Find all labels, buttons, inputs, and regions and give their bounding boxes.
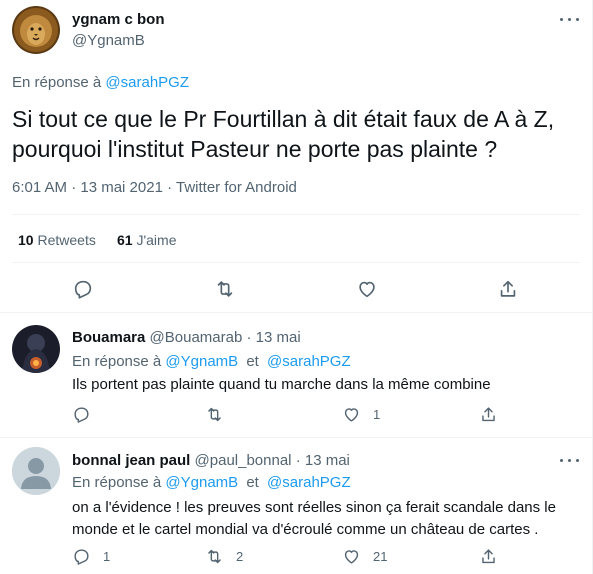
like-count: 21 <box>373 549 388 564</box>
like-button[interactable] <box>356 278 378 300</box>
reply-prefix: En réponse à <box>72 353 162 370</box>
reply-to-link[interactable]: @YgnamB <box>165 353 238 370</box>
like-count: 1 <box>373 407 381 422</box>
reply-button[interactable] <box>72 278 94 300</box>
reply-text-line: on a l'évidence ! les preuves sont réell… <box>72 499 556 516</box>
like-button[interactable]: 1 <box>342 405 380 424</box>
reply-header: Bouamara @Bouamarab · 13 mai <box>72 329 301 346</box>
likes-stat[interactable]: 61 J'aime <box>117 232 177 248</box>
reply-context: En réponse à @YgnamB et @sarahPGZ <box>72 353 351 370</box>
reply-button[interactable]: 1 <box>72 547 110 566</box>
share-icon <box>482 549 495 564</box>
avatar[interactable] <box>12 6 60 54</box>
author-name[interactable]: bonnal jean paul <box>72 452 190 469</box>
retweet-icon <box>217 281 233 297</box>
reply-text: Ils portent pas plainte quand tu marche … <box>72 376 491 393</box>
heart-icon <box>344 550 359 564</box>
share-icon <box>482 407 495 422</box>
share-button[interactable] <box>479 547 498 566</box>
reply-to-link[interactable]: @sarahPGZ <box>105 74 189 91</box>
retweet-count: 2 <box>236 549 244 564</box>
reply-conj: et <box>246 474 259 491</box>
more-options-icon[interactable] <box>558 449 582 473</box>
reply-conj: et <box>246 353 259 370</box>
avatar[interactable] <box>12 447 60 495</box>
retweet-button[interactable] <box>214 278 236 300</box>
retweet-icon <box>208 549 221 564</box>
reply-to-link[interactable]: @sarahPGZ <box>267 353 351 370</box>
reply-header: bonnal jean paul @paul_bonnal · 13 mai <box>72 452 350 469</box>
reply-icon <box>74 280 92 299</box>
tweet-text-line: pourquoi l'institut Pasteur ne porte pas… <box>12 136 498 162</box>
heart-icon <box>359 281 375 298</box>
author-handle[interactable]: @paul_bonnal <box>195 452 292 469</box>
tweet-text: Si tout ce que le Pr Fourtillan à dit ét… <box>12 104 554 164</box>
divider <box>12 214 580 215</box>
share-icon <box>500 280 516 297</box>
retweet-button[interactable] <box>205 405 236 424</box>
share-button[interactable] <box>479 405 498 424</box>
reply-date[interactable]: · 13 mai <box>296 452 350 469</box>
reply-prefix: En réponse à <box>12 74 102 91</box>
retweets-stat[interactable]: 10 Retweets <box>18 232 96 248</box>
retweets-count: 10 <box>18 232 34 248</box>
reply-text-line: monde et le cartel mondial va d'écroulé … <box>72 521 539 538</box>
reply-context: En réponse à @YgnamB et @sarahPGZ <box>72 474 351 491</box>
reply-icon <box>74 407 89 423</box>
retweets-label: Retweets <box>37 232 96 248</box>
divider <box>0 312 592 313</box>
avatar[interactable] <box>12 325 60 373</box>
likes-count: 61 <box>117 232 133 248</box>
reply-button[interactable] <box>72 405 103 424</box>
lion-avatar-icon <box>12 6 60 54</box>
default-profile-icon <box>12 447 60 495</box>
hooded-figure-avatar-icon <box>12 325 60 373</box>
more-options-icon[interactable] <box>558 8 582 32</box>
reply-prefix: En réponse à <box>72 474 162 491</box>
likes-label: J'aime <box>136 232 177 248</box>
reply-text: on a l'évidence ! les preuves sont réell… <box>72 497 556 541</box>
author-name[interactable]: Bouamara <box>72 329 145 346</box>
like-button[interactable]: 21 <box>342 547 387 566</box>
tweet-text-line: Si tout ce que le Pr Fourtillan à dit ét… <box>12 106 555 132</box>
reply-context: En réponse à @sarahPGZ <box>12 74 189 91</box>
reply-icon <box>74 549 89 565</box>
heart-icon <box>344 408 359 422</box>
reply-to-link[interactable]: @sarahPGZ <box>267 474 351 491</box>
reply-date[interactable]: · 13 mai <box>246 329 300 346</box>
author-name[interactable]: ygnam c bon <box>72 11 165 28</box>
tweet-timestamp[interactable]: 6:01 AM · 13 mai 2021 · Twitter for Andr… <box>12 179 297 196</box>
share-button[interactable] <box>497 278 519 300</box>
divider <box>0 437 592 438</box>
retweet-button[interactable]: 2 <box>205 547 243 566</box>
author-handle[interactable]: @Bouamarab <box>150 329 243 346</box>
retweet-icon <box>208 407 221 422</box>
reply-to-link[interactable]: @YgnamB <box>165 474 238 491</box>
author-handle[interactable]: @YgnamB <box>72 32 145 49</box>
reply-count: 1 <box>103 549 111 564</box>
divider <box>12 262 580 263</box>
